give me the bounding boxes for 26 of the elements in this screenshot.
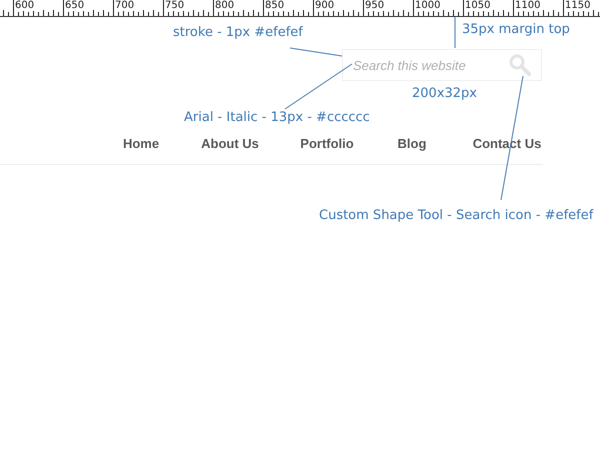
annotation-text: stroke - 1px #efefef [173,24,303,42]
ruler-label: 1100 [515,0,540,11]
ruler-label: 850 [265,0,284,11]
ruler-label: 650 [65,0,84,11]
ruler-label: 900 [315,0,334,11]
annotation-text: Arial - Italic - 13px - #cccccc [184,109,370,127]
ruler-label: 950 [365,0,384,11]
ruler-label: 700 [115,0,134,11]
ruler-label: 600 [15,0,34,11]
annotation-text: Custom Shape Tool - Search icon - #efefef [319,207,594,225]
search-field[interactable]: Search this website [342,49,542,81]
annotation-text: 35px margin top [462,21,570,39]
nav-link[interactable]: About Us [182,134,278,154]
ruler-label: 750 [165,0,184,11]
leader-line [290,48,342,56]
ruler-label: 1050 [465,0,490,11]
annotation-text: 200x32px [412,85,477,103]
search-icon[interactable] [509,54,531,76]
nav-link[interactable]: Home [100,134,182,154]
leader-line [454,16,456,48]
ruler-label: 1000 [415,0,440,11]
nav-link[interactable]: Blog [376,134,448,154]
ruler-label: 800 [215,0,234,11]
ruler-label: 1150 [565,0,590,11]
nav-link[interactable]: Portfolio [278,134,376,154]
leader-line [284,64,352,110]
